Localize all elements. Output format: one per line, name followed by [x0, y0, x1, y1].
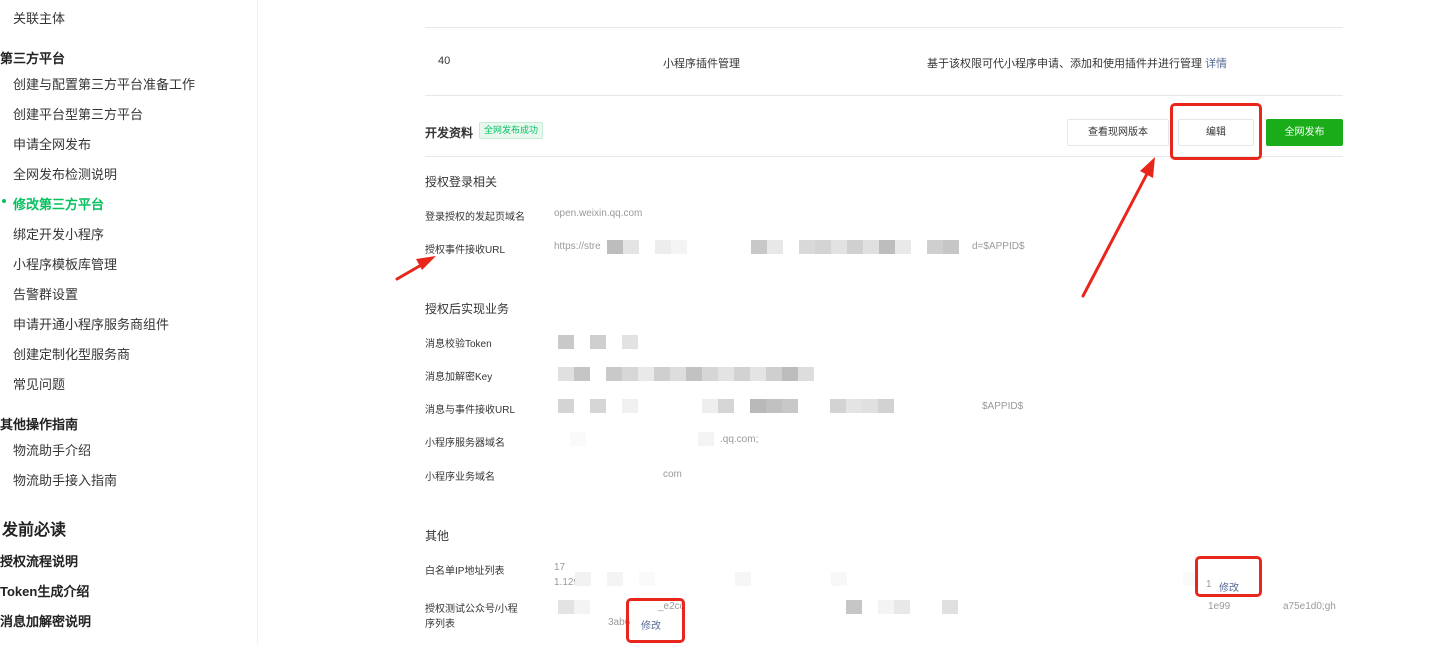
view-live-version-button[interactable]: 查看现网版本	[1067, 119, 1169, 146]
auth-login-group-title: 授权登录相关	[425, 175, 498, 189]
msg-event-url-suffix: $APPID$	[982, 401, 1024, 412]
auth-event-url-label: 授权事件接收URL	[425, 245, 506, 256]
msg-event-url-label: 消息与事件接收URL	[425, 405, 516, 416]
annotation-box-test-accounts-edit	[626, 598, 685, 643]
sidebar-item-bind-miniprogram[interactable]: 绑定开发小程序	[13, 224, 104, 243]
divider	[425, 27, 1343, 28]
aes-key-label: 消息加解密Key	[425, 372, 493, 383]
redacted-server-domain	[570, 432, 714, 446]
sidebar-item-template-library[interactable]: 小程序模板库管理	[13, 254, 117, 273]
redacted-msg-event-url	[558, 399, 910, 413]
business-domain-label: 小程序业务域名	[425, 472, 495, 483]
status-badge: 全网发布成功	[479, 122, 544, 139]
server-domain-suffix: .qq.com;	[720, 434, 759, 445]
sidebar-item-apply-publish[interactable]: 申请全网发布	[13, 134, 91, 153]
sidebar-item-create-platform[interactable]: 创建平台型第三方平台	[13, 104, 143, 123]
permission-description: 基于该权限可代小程序申请、添加和使用插件并进行管理 详情	[927, 55, 1227, 71]
sidebar-item-token-intro[interactable]: Token生成介绍	[0, 581, 89, 600]
token-label: 消息校验Token	[425, 339, 492, 350]
sidebar-item-faq[interactable]: 常见问题	[13, 374, 65, 393]
divider	[425, 95, 1343, 96]
main-content: 40 小程序插件管理 基于该权限可代小程序申请、添加和使用插件并进行管理 详情 …	[425, 0, 1343, 645]
sidebar-item-alert-group[interactable]: 告警群设置	[13, 284, 78, 303]
sidebar-section-must-read[interactable]: 发前必读	[2, 516, 66, 540]
server-domain-label: 小程序服务器域名	[425, 438, 505, 449]
test-accounts-label-line2: 序列表	[425, 619, 455, 630]
login-domain-label: 登录授权的发起页域名	[425, 212, 525, 223]
publish-button[interactable]: 全网发布	[1266, 119, 1343, 146]
active-indicator-dot	[2, 199, 6, 203]
sidebar-item-service-component[interactable]: 申请开通小程序服务商组件	[13, 314, 169, 333]
login-domain-value: open.weixin.qq.com	[554, 208, 643, 219]
sidebar-item-logistics-intro[interactable]: 物流助手介绍	[13, 440, 91, 459]
auth-event-url-suffix: d=$APPID$	[972, 241, 1025, 252]
annotation-box-whitelist-edit	[1195, 556, 1262, 597]
annotation-arrow-auth-url	[395, 262, 425, 281]
sidebar-nav: 关联主体 第三方平台 创建与配置第三方平台准备工作 创建平台型第三方平台 申请全…	[0, 0, 258, 645]
test-accounts-label-line1: 授权测试公众号/小程	[425, 604, 518, 615]
sidebar-item-prepare[interactable]: 创建与配置第三方平台准备工作	[13, 74, 195, 93]
redacted-token	[558, 335, 638, 349]
sidebar-item-auth-flow[interactable]: 授权流程说明	[0, 551, 78, 570]
redacted-whitelist	[575, 572, 1215, 586]
sidebar-item-publish-check[interactable]: 全网发布检测说明	[13, 164, 117, 183]
sidebar-section-other-guides[interactable]: 其他操作指南	[0, 414, 78, 433]
whitelist-ip-line1: 17	[554, 562, 566, 573]
redacted-block	[607, 240, 959, 254]
detail-link[interactable]: 详情	[1205, 58, 1227, 70]
sidebar-section-third-party-platform[interactable]: 第三方平台	[0, 48, 65, 67]
annotation-box-edit-button	[1170, 103, 1262, 160]
permission-id: 40	[438, 55, 451, 67]
business-domain-suffix: com	[663, 469, 682, 480]
sidebar-item-related-entity[interactable]: 关联主体	[13, 8, 65, 27]
test-accounts-fragment-2: 1e99	[1208, 601, 1231, 612]
permission-description-text: 基于该权限可代小程序申请、添加和使用插件并进行管理	[927, 58, 1202, 70]
sidebar-item-encryption[interactable]: 消息加解密说明	[0, 611, 91, 630]
permission-name: 小程序插件管理	[663, 58, 740, 70]
sidebar-item-custom-provider[interactable]: 创建定制化型服务商	[13, 344, 130, 363]
auth-event-url-prefix: https://stre	[554, 241, 601, 252]
sidebar-item-logistics-guide[interactable]: 物流助手接入指南	[13, 470, 117, 489]
other-group-title: 其他	[425, 529, 450, 543]
whitelist-ip-label: 白名单IP地址列表	[425, 566, 505, 577]
post-auth-group-title: 授权后实现业务	[425, 302, 510, 316]
dev-info-title: 开发资料	[425, 126, 474, 140]
test-accounts-fragment-3: a75e1d0;gh	[1283, 601, 1336, 612]
sidebar-item-modify-platform[interactable]: 修改第三方平台	[13, 194, 104, 213]
redacted-aes-key	[558, 367, 814, 381]
